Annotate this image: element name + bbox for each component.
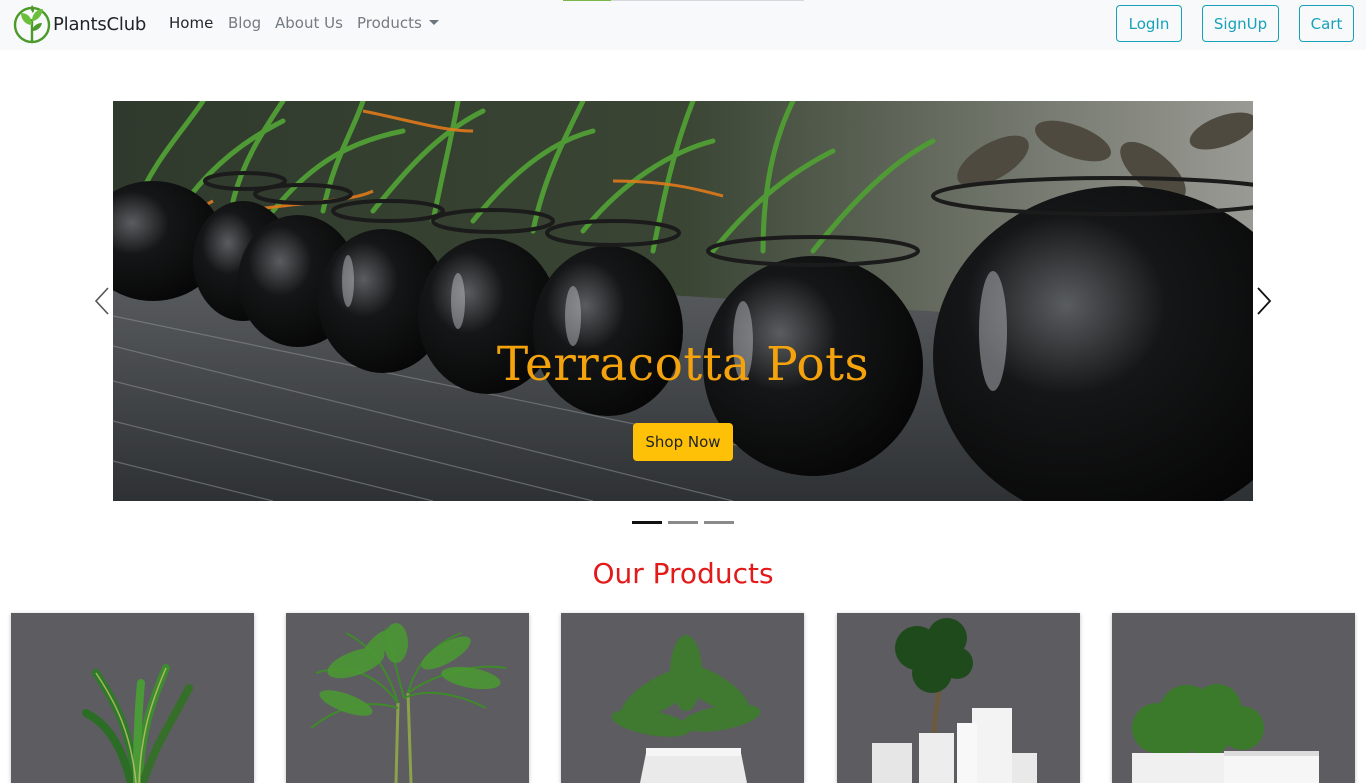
nav-dropdown-products[interactable]: Products: [357, 14, 439, 32]
product-card[interactable]: [837, 613, 1080, 783]
product-card[interactable]: [1112, 613, 1355, 783]
carousel-indicators: [632, 521, 734, 524]
product-card[interactable]: [11, 613, 254, 783]
carousel-prev-button[interactable]: [91, 286, 113, 316]
product-card[interactable]: [286, 613, 529, 783]
carousel-indicator-1[interactable]: [632, 521, 662, 524]
slide-title: Terracotta Pots: [496, 337, 870, 392]
chevron-left-icon: [94, 287, 109, 315]
navbar: PlantsClub Home Blog About Us Products L…: [0, 0, 1366, 50]
nav-link-products-label: Products: [357, 14, 422, 32]
chevron-right-icon: [1257, 287, 1272, 315]
nav-link-about-us[interactable]: About Us: [275, 14, 343, 32]
nav-link-home[interactable]: Home: [169, 14, 213, 32]
bird-nest-fern-image: [561, 613, 804, 783]
bonsai-tree-image: [837, 613, 1080, 783]
carousel-indicator-3[interactable]: [704, 521, 734, 524]
areca-palm-image: [286, 613, 529, 783]
caret-down-icon: [428, 20, 439, 25]
brand-name: PlantsClub: [53, 13, 147, 35]
login-button[interactable]: LogIn: [1116, 5, 1182, 42]
product-card[interactable]: [561, 613, 804, 783]
shop-now-button[interactable]: Shop Now: [633, 423, 733, 461]
boxwood-shrub-image: [1112, 613, 1355, 783]
snake-plant-image: [11, 613, 254, 783]
hero-carousel: Terracotta Pots Shop Now: [113, 101, 1253, 501]
carousel-indicator-2[interactable]: [668, 521, 698, 524]
products-heading: Our Products: [592, 557, 774, 590]
nav-link-blog[interactable]: Blog: [228, 14, 261, 32]
cart-button[interactable]: Cart: [1299, 5, 1354, 42]
brand-link[interactable]: PlantsClub: [13, 3, 146, 45]
carousel-next-button[interactable]: [1253, 286, 1275, 316]
top-progress-indicator: [563, 0, 611, 1]
plant-logo-icon: [13, 5, 51, 44]
signup-button[interactable]: SignUp: [1202, 5, 1279, 42]
